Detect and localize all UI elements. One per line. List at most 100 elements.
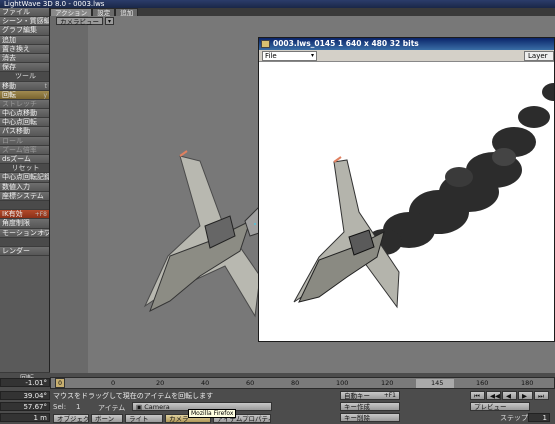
chevron-down-icon: ▾ xyxy=(310,52,314,59)
file-menu-label: File xyxy=(265,52,277,60)
step-value[interactable]: 1 xyxy=(528,413,550,422)
auto-key-button[interactable]: 自動キー +F1 xyxy=(340,391,400,400)
current-item-value: Camera xyxy=(144,403,170,411)
go-to-end-icon[interactable]: ⏭ xyxy=(534,391,549,400)
toolbar-item[interactable]: 座標システム xyxy=(0,191,49,201)
timeline-tick-label: 160 xyxy=(476,379,489,387)
timeline-tick-label: 0 xyxy=(111,379,116,387)
bank-value[interactable]: 57.67° xyxy=(0,402,50,411)
toolbar-item-label: 中心点移動 xyxy=(2,109,37,118)
timeline-tick-label: 120 xyxy=(381,379,394,387)
toolbar-item: ツール xyxy=(0,72,49,82)
toolbar-item[interactable]: 中心点移動 xyxy=(0,109,49,119)
toolbar-item[interactable]: ストレッチ xyxy=(0,99,49,110)
auto-key-shortcut: +F1 xyxy=(383,392,396,399)
file-menu[interactable]: File ▾ xyxy=(262,51,317,61)
timeline-tick-label: 20 xyxy=(156,379,165,387)
toolbar-item-shortcut: t xyxy=(44,82,47,90)
toolbar-item[interactable]: レンダー xyxy=(0,246,49,257)
toolbar-item[interactable]: 中心点回転記録 xyxy=(0,173,49,183)
toolbar-item[interactable]: グラフ編集 xyxy=(0,26,49,36)
toolbar-item[interactable]: IK有効 +F8 xyxy=(0,210,49,220)
toolbar-item-label: 座標システム xyxy=(2,191,44,200)
previous-key-icon[interactable]: ◀◀ xyxy=(486,391,501,400)
toolbar-item-label: 中心点回転 xyxy=(2,118,37,127)
timeline-tick-label: 145 xyxy=(431,379,444,387)
toolbar-item[interactable]: ズーム倍率 xyxy=(0,145,49,155)
tab-settings[interactable]: 設定 xyxy=(92,8,116,17)
mode-tabs: アクション 設定 追加 xyxy=(50,8,139,17)
tab-add[interactable]: 追加 xyxy=(115,8,139,17)
toolbar-item-label: 追加 xyxy=(2,35,16,44)
toolbar-item-shortcut: m xyxy=(41,229,47,237)
camera-icon: ▣ xyxy=(136,403,143,411)
toolbar-item-label: 保存 xyxy=(2,63,16,72)
bone-mode-button[interactable]: ボーン xyxy=(91,414,123,423)
toolbar-item[interactable]: シーン・質感編集 xyxy=(0,17,49,27)
timeline-tick-label: 100 xyxy=(336,379,349,387)
render-result-window[interactable]: 0003.lws_0145 1 640 x 480 32 bits File ▾… xyxy=(258,37,555,342)
next-frame-icon[interactable]: ▶ xyxy=(518,391,533,400)
light-mode-button[interactable]: ライト xyxy=(125,414,163,423)
toolbar-item xyxy=(0,200,49,211)
timeline-tick-label: 80 xyxy=(291,379,300,387)
go-to-start-icon[interactable]: ⏮ xyxy=(470,391,485,400)
toolbar-item-label: 消去 xyxy=(2,53,16,62)
toolbar-item[interactable]: モーションオプションm xyxy=(0,228,49,238)
timeline-tick-label: 40 xyxy=(201,379,210,387)
previous-frame-icon[interactable]: ◀ xyxy=(502,391,517,400)
toolbar-item[interactable]: 角度制限 xyxy=(0,219,49,229)
toolbar-item[interactable]: 保存 xyxy=(0,63,49,73)
toolbar-item[interactable]: 追加 xyxy=(0,35,49,45)
toolbar-item[interactable]: 移動 t xyxy=(0,81,49,91)
toolbar-item xyxy=(0,237,49,247)
toolbar-item-label: dsズーム xyxy=(2,155,31,163)
delete-key-button[interactable]: キー削除 xyxy=(340,413,400,422)
heading-value[interactable]: -1.01° xyxy=(0,378,50,387)
create-key-button[interactable]: キー作成 xyxy=(340,402,400,411)
toolbar-item-label: ロール xyxy=(2,136,23,145)
toolbar-item[interactable]: ファイル xyxy=(0,8,49,18)
timeline-slider[interactable]: 0 0 20 40 60 80 100 120 145 160 180 xyxy=(50,377,555,389)
toolbar-item-label: ツール xyxy=(15,72,36,81)
tab-actions[interactable]: アクション xyxy=(50,8,93,17)
toolbar-item-label: 回転 xyxy=(2,90,16,99)
image-icon xyxy=(261,40,270,48)
toolbar-item-label: シーン・質感編集 xyxy=(2,17,49,26)
toolbar-item[interactable]: 回転 y xyxy=(0,90,49,100)
toolbar-item: リセット xyxy=(0,164,49,174)
toolbar-item[interactable]: ロール xyxy=(0,136,49,146)
toolbar-item[interactable]: 数値入力 xyxy=(0,182,49,192)
toolbar-item[interactable]: 消去 xyxy=(0,53,49,64)
toolbar-item-label: パス移動 xyxy=(2,127,30,136)
toolbar-item-label: IK有効 xyxy=(2,210,23,219)
app-title: LightWave 3D 8.0 - 0003.lws xyxy=(4,0,105,8)
grid-value[interactable]: 1 m xyxy=(0,413,50,422)
render-window-menubar: File ▾ Layer xyxy=(259,50,554,62)
toolbar-item-label: リセット xyxy=(11,164,40,173)
toolbar-item-shortcut: +F8 xyxy=(34,211,47,219)
layer-menu[interactable]: Layer xyxy=(524,51,554,61)
toolbar-item[interactable]: 置き換え xyxy=(0,44,49,54)
preview-select[interactable]: プレビュー xyxy=(470,402,530,411)
toolbar-item-label: グラフ編集 xyxy=(2,26,37,35)
status-message: マウスをドラッグして現在のアイテムを回転します xyxy=(53,392,214,400)
pitch-value[interactable]: 39.04° xyxy=(0,391,50,400)
render-window-titlebar[interactable]: 0003.lws_0145 1 640 x 480 32 bits xyxy=(259,38,554,50)
toolbar-item[interactable]: dsズーム xyxy=(0,155,49,165)
toolbar-item-label: レンダー xyxy=(2,246,30,255)
current-frame-marker[interactable]: 0 xyxy=(55,378,65,388)
object-mode-button[interactable]: オブジェクト xyxy=(53,414,89,423)
toolbar-item-label: ファイル xyxy=(2,8,30,16)
rendered-image xyxy=(293,83,554,309)
toolbar-item-label: ストレッチ xyxy=(2,99,37,108)
left-toolbar: ファイルシーン・質感編集グラフ編集追加置き換え消去保存ツール移動 t 回転 y ストレッ… xyxy=(0,8,50,372)
smoke-trail xyxy=(366,83,554,255)
timeline-tick-label: 60 xyxy=(246,379,255,387)
toolbar-item[interactable]: 中心点回転 xyxy=(0,118,49,128)
auto-key-label: 自動キー xyxy=(344,392,370,400)
toolbar-item[interactable]: パス移動 xyxy=(0,127,49,137)
app-title-bar: LightWave 3D 8.0 - 0003.lws xyxy=(0,0,555,8)
item-label: アイテム xyxy=(98,404,126,412)
timeline-tick-label: 180 xyxy=(521,379,534,387)
